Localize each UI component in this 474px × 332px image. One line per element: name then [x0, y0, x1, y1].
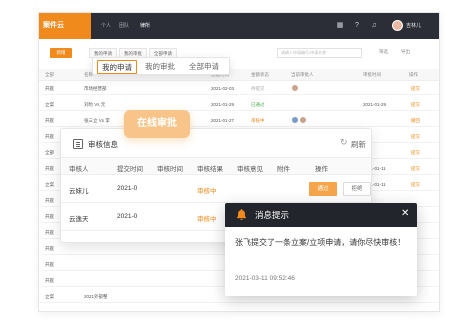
grid-icon[interactable]: ▦: [335, 21, 345, 31]
table-row[interactable]: 开庭 张三立 Vs 李 2021-01-27 审核中 撤回: [39, 114, 439, 127]
filter-tab-my-requests[interactable]: 我的申请: [97, 60, 137, 74]
refresh-button[interactable]: 刷新: [351, 139, 366, 150]
row-type: 开庭: [45, 118, 54, 123]
top-bar: 案件云 个人 团队 律所 ▦ ? ♫ 吉林儿: [39, 13, 439, 39]
reviewer-name: 云逸天: [69, 216, 89, 223]
column-header: 金额状态: [251, 72, 269, 77]
filter-tab-all-requests[interactable]: 全部申请: [185, 60, 223, 74]
column-header[interactable]: 全部: [45, 72, 54, 78]
row-action[interactable]: 提交: [411, 102, 420, 108]
audit-result: 审核中: [197, 188, 217, 195]
column-header: 当前审批人: [291, 72, 314, 77]
avatar: [291, 116, 299, 124]
nav-item-personal[interactable]: 个人: [101, 22, 111, 29]
row-status: 已通过: [251, 102, 265, 107]
row-date: 2021-02-03: [211, 86, 235, 91]
row-time: 2021-01-29: [363, 102, 387, 107]
notification-header: 消息提示 ✕: [225, 203, 417, 227]
row-action[interactable]: 提交: [411, 86, 420, 92]
reviewer-name: 云妹儿: [69, 188, 89, 195]
row-type: 全部: [45, 150, 54, 155]
column-header: 操作: [315, 166, 328, 173]
filter-button[interactable]: 筛选: [379, 49, 388, 55]
row-type: 立案: [45, 102, 54, 107]
app-logo[interactable]: 案件云: [39, 13, 91, 39]
audit-result: 审核中: [197, 216, 217, 223]
notification-time: 2021-03-11 09:52:46: [235, 275, 295, 282]
bell-icon: [236, 209, 247, 221]
column-header: 提交时间: [117, 166, 143, 173]
audit-row: 云妹儿 2021-0 审核中 通过 拒绝: [61, 175, 371, 203]
row-action[interactable]: 提交: [411, 182, 420, 188]
row-action[interactable]: 撤回: [411, 118, 420, 124]
row-date: 2021-01-29: [211, 102, 235, 107]
filter-tab-my-approvals[interactable]: 我的审批: [141, 60, 179, 74]
export-button[interactable]: 导出: [401, 49, 410, 55]
row-type: 开庭: [45, 262, 54, 267]
filter-tabs: 我的申请 我的审批 全部申请: [92, 57, 230, 75]
pass-button[interactable]: 通过: [309, 182, 337, 196]
row-name: 市场经营部: [84, 86, 107, 91]
audit-table-header: 审核人 提交时间 审核时间 审核结果 审核意见 附件 操作: [61, 157, 371, 175]
row-type: 开庭: [45, 134, 54, 139]
row-type: 开庭: [45, 278, 54, 283]
row-type: 立案: [45, 294, 54, 299]
avatar[interactable]: [392, 20, 403, 31]
nav-item-firm[interactable]: 律所: [140, 22, 150, 29]
notification-popup: 消息提示 ✕ 张飞提交了一条立案/立项申请，请你尽快审核！ 2021-03-11…: [225, 203, 417, 296]
column-header: 审核结果: [197, 166, 223, 173]
row-status: 待提交: [251, 86, 265, 91]
submit-time: 2021-0: [117, 213, 138, 220]
row-date: 2021-01-27: [211, 118, 235, 123]
column-header: 附件: [277, 166, 290, 173]
row-type: 开庭: [45, 198, 54, 203]
help-icon[interactable]: ?: [352, 21, 362, 31]
notification-title: 消息提示: [255, 210, 290, 220]
column-header: 审批时间: [363, 72, 381, 77]
row-type: 开庭: [45, 214, 54, 219]
nav-item-team[interactable]: 团队: [119, 22, 129, 29]
table-row[interactable]: 开庭 市场经营部 2021-02-03 待提交 提交: [39, 82, 439, 95]
user-name[interactable]: 吉林儿: [406, 22, 421, 29]
avatar: [291, 84, 299, 92]
row-type: 开庭: [45, 166, 54, 171]
document-icon: [73, 139, 83, 149]
row-type: 开庭: [45, 230, 54, 235]
notification-message: 张飞提交了一条立案/立项申请，请你尽快审核！: [235, 238, 406, 247]
row-name: 刘豹 Vs 元: [84, 102, 106, 107]
column-header: 审核意见: [237, 166, 263, 173]
row-type: 开庭: [45, 86, 54, 91]
column-header: 审核人: [69, 166, 89, 173]
table-row[interactable]: 立案 刘豹 Vs 元 2021-01-29 已通过 2021-01-29 提交: [39, 98, 439, 111]
column-header: 审核时间: [157, 166, 183, 173]
row-type: 开庭: [45, 246, 54, 251]
close-icon[interactable]: ✕: [401, 208, 409, 220]
column-header: 操作: [409, 72, 418, 77]
new-button[interactable]: 新增: [50, 48, 72, 58]
search-input[interactable]: 请输入申请编号/申请名称: [277, 48, 362, 58]
row-action[interactable]: 提交: [411, 134, 420, 140]
row-type: 立案: [45, 182, 54, 187]
submit-time: 2021-0: [117, 185, 138, 192]
row-name: 张三立 Vs 李: [84, 118, 110, 123]
refresh-icon[interactable]: ↻: [340, 137, 348, 148]
reject-button[interactable]: 拒绝: [343, 182, 371, 196]
row-status: 审核中: [251, 118, 265, 123]
row-action[interactable]: 提交: [411, 166, 420, 172]
row-action[interactable]: 提交: [411, 150, 420, 156]
avatar: [299, 116, 307, 124]
row-name: 2021外部整: [84, 294, 108, 299]
panel-title: 审核信息: [88, 140, 118, 149]
online-approval-tag: 在线审批: [124, 110, 190, 138]
bell-icon[interactable]: ♫: [369, 21, 379, 31]
